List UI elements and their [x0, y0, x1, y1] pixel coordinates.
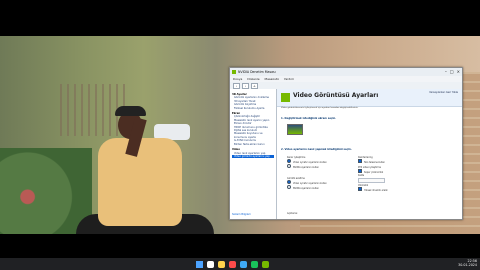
person-cap — [115, 106, 146, 116]
window-body: 3D Ayarlar Görüntü ayarlarını önizleme 3… — [230, 89, 462, 219]
minimize-icon[interactable]: – — [445, 68, 447, 76]
page-header: Video Görüntüsü Ayarları Varsayılanları … — [277, 89, 462, 107]
restore-defaults-link[interactable]: Varsayılanları Geri Yükle — [429, 91, 458, 94]
window-titlebar[interactable]: NVIDIA Denetim Masası – □ × — [230, 68, 462, 76]
section-select-display: 1. Değiştirmek istediğiniz ekranı seçin. — [281, 117, 337, 120]
menu-file[interactable]: Dosya — [233, 76, 242, 82]
menu-desktop[interactable]: Masaüstü — [265, 76, 279, 82]
display-thumbnail[interactable] — [287, 124, 303, 135]
edge-enhancement-group: Kenar iyileştirme Video oynatıcı ayarlar… — [287, 156, 342, 169]
forward-icon[interactable]: › — [242, 82, 249, 89]
edge-icon[interactable] — [240, 261, 247, 268]
menu-edit[interactable]: Düzenle — [247, 76, 259, 82]
back-icon[interactable]: ‹ — [233, 82, 240, 89]
noise-reduction-group: Gürültü azaltma Video oynatıcı ayarların… — [287, 177, 342, 190]
maximize-icon[interactable]: □ — [450, 68, 454, 76]
chrome-icon[interactable] — [229, 261, 236, 268]
deinterlacing-group: Deinterlacing Ters telesine kullan — [358, 156, 423, 164]
video-top-letterbox — [0, 0, 480, 36]
radio-icon[interactable] — [287, 164, 291, 169]
close-icon[interactable]: × — [457, 68, 460, 76]
section-video-settings: 2. Video ayarlarını nasıl yapmak istediğ… — [281, 148, 352, 151]
nvidia-control-panel-window[interactable]: NVIDIA Denetim Masası – □ × Dosya Düzenl… — [229, 67, 463, 220]
taskbar-date: 30.01.2024 — [458, 263, 477, 267]
taskbar-clock[interactable]: 22:56 30.01.2024 — [458, 259, 477, 267]
window-title: NVIDIA Denetim Masası — [238, 70, 276, 74]
inverse-telecine-option[interactable]: Ters telesine kullan — [358, 159, 423, 164]
checkbox-icon[interactable] — [358, 169, 362, 174]
spotify-icon[interactable] — [251, 261, 258, 268]
description-label: Açıklama: — [287, 212, 298, 215]
sidebar-item-multiple-displays[interactable]: Birden fazla ekran kurun — [232, 143, 274, 146]
page-title: Video Görüntüsü Ayarları — [293, 92, 379, 99]
person-shirt — [98, 138, 182, 226]
quality-dropdown[interactable] — [358, 178, 385, 184]
search-icon[interactable] — [207, 261, 214, 268]
quality-label: Kalite — [358, 174, 365, 178]
sidebar-item-physx[interactable]: Fiziksel Kurulumu Ayarla — [232, 107, 274, 110]
start-icon[interactable] — [196, 261, 203, 268]
hdr-option[interactable]: Yüksek dinamik aralık — [358, 187, 428, 192]
nvidia-page-icon — [281, 93, 290, 102]
noise-option-nvidia[interactable]: NVIDIA ayarlarını kullan — [287, 185, 342, 190]
checkbox-icon[interactable] — [358, 159, 362, 164]
edge-option-nvidia[interactable]: NVIDIA ayarlarını kullan — [287, 164, 342, 169]
menu-help[interactable]: Yardım — [284, 76, 294, 82]
page-description: Video görüntülemenizi iyileştirmek için … — [281, 107, 359, 109]
video-bottom-letterbox — [0, 234, 480, 258]
windows-taskbar: 22:56 30.01.2024 — [0, 258, 480, 270]
system-info-link[interactable]: Sistem Bilgileri — [232, 213, 251, 216]
garden-foliage — [0, 148, 92, 234]
checkbox-icon[interactable] — [358, 187, 362, 192]
radio-icon[interactable] — [287, 185, 291, 190]
task-sidebar: 3D Ayarlar Görüntü ayarlarını önizleme 3… — [230, 89, 277, 219]
radio-icon[interactable] — [287, 159, 291, 164]
radio-icon[interactable] — [287, 180, 291, 185]
settings-content: Video Görüntüsü Ayarları Varsayılanları … — [277, 89, 462, 219]
window-controls[interactable]: – □ × — [445, 68, 460, 76]
sidebar-item-video-image[interactable]: Video görüntü ayarlarını yap — [232, 154, 274, 159]
rtx-video-group: RTX video iyileştirme Süper çözünürlük K… — [358, 166, 428, 193]
home-icon[interactable]: ⌂ — [251, 82, 258, 89]
files-icon[interactable] — [218, 261, 225, 268]
nvidia-logo-icon — [232, 70, 236, 74]
nvidia-icon[interactable] — [262, 261, 269, 268]
